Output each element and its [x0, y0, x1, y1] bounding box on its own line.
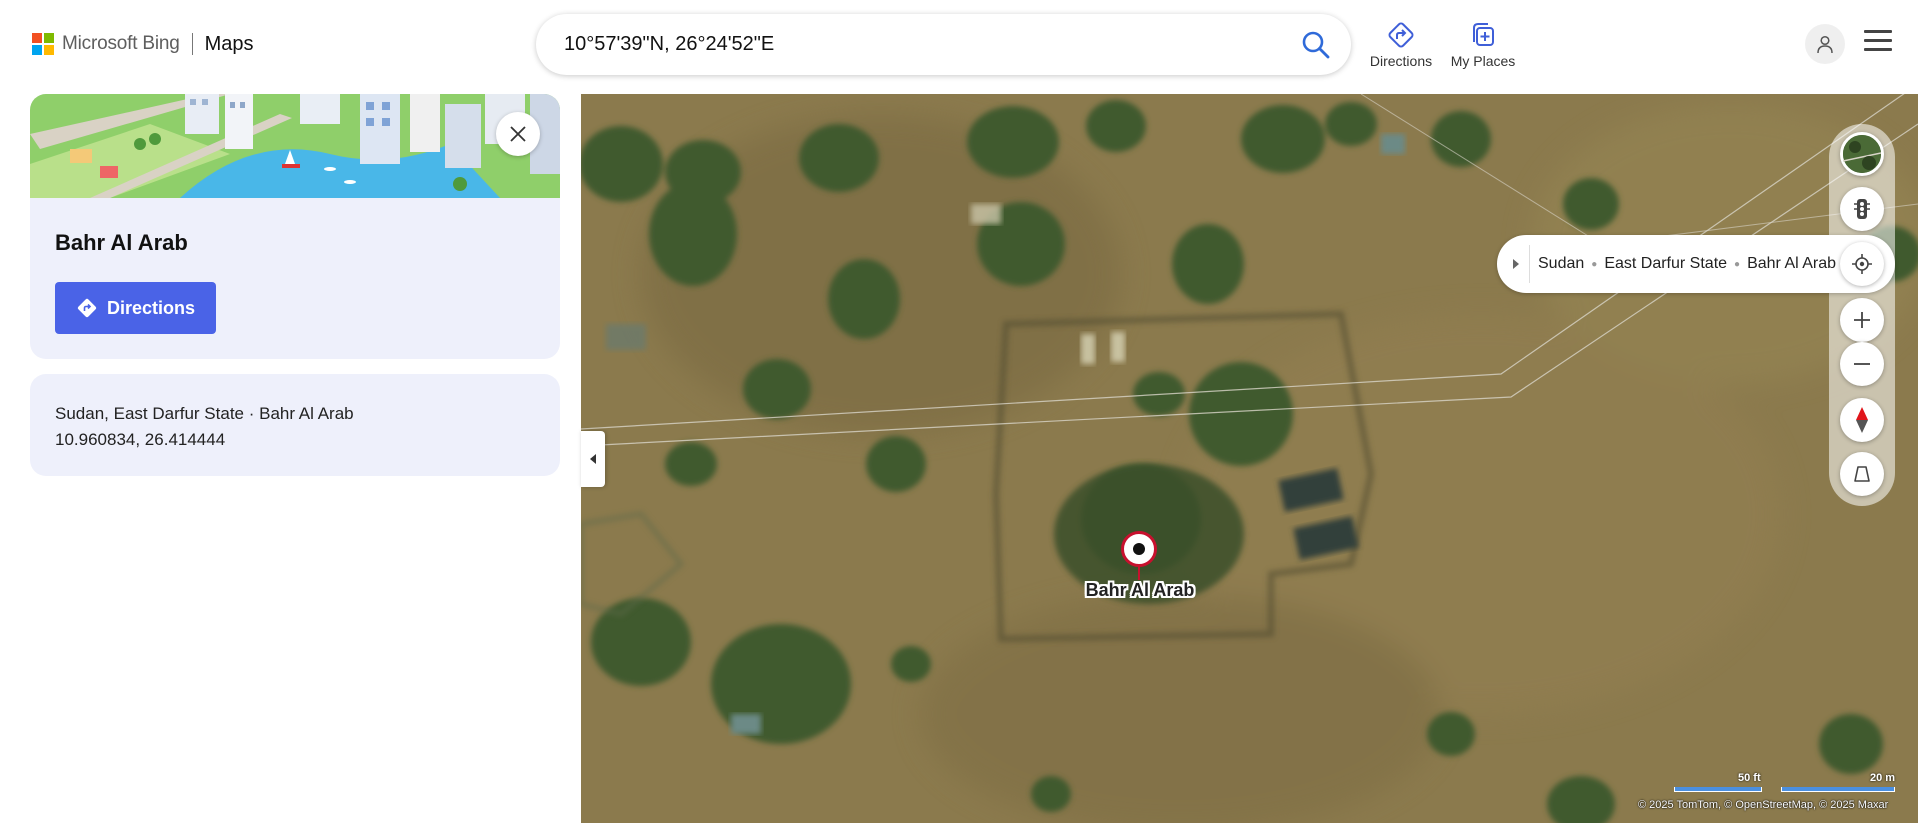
locate-icon [1852, 254, 1872, 274]
directions-icon [77, 298, 97, 318]
search-icon [1302, 31, 1330, 59]
zoom-out-button[interactable] [1840, 342, 1884, 386]
place-hero-illustration [30, 94, 560, 198]
scale-metric-bar [1781, 787, 1895, 792]
compass-button[interactable] [1840, 398, 1884, 442]
zoom-in-button[interactable] [1840, 298, 1884, 342]
traffic-button[interactable] [1840, 187, 1884, 231]
breadcrumb-state[interactable]: East Darfur State [1604, 255, 1727, 273]
map-attribution[interactable]: © 2025 TomTom, © OpenStreetMap, © 2025 M… [1638, 799, 1888, 811]
breadcrumb-separator: ● [1734, 258, 1741, 270]
search-input[interactable] [564, 28, 1264, 60]
close-card-button[interactable] [496, 112, 540, 156]
chevron-left-icon [590, 454, 596, 464]
compass-icon [1856, 407, 1868, 433]
breadcrumb-separator: ● [1591, 258, 1598, 270]
map-canvas[interactable] [581, 94, 1918, 823]
location-hierarchy: Sudan, East Darfur State · Bahr Al Arab [55, 404, 354, 423]
bing-maps-brand[interactable]: Microsoft Bing Maps [32, 32, 253, 56]
map-style-switcher[interactable] [1840, 132, 1884, 176]
breadcrumb-divider [1529, 245, 1530, 283]
directions-header-button[interactable]: Directions [1361, 20, 1441, 69]
tilt-icon [1854, 466, 1870, 482]
top-bar: Microsoft Bing Maps Directions My Places [0, 0, 1918, 90]
tilt-button[interactable] [1840, 452, 1884, 496]
microsoft-logo-icon [32, 33, 54, 55]
minus-icon [1854, 363, 1870, 365]
directions-header-label: Directions [1369, 53, 1433, 69]
breadcrumb-country[interactable]: Sudan [1538, 255, 1584, 273]
locate-me-button[interactable] [1840, 242, 1884, 286]
breadcrumb-expand-icon[interactable] [1513, 259, 1519, 269]
search-button[interactable] [1301, 30, 1331, 60]
hamburger-icon [1864, 30, 1892, 33]
brand-name: Microsoft Bing [62, 33, 180, 54]
product-name: Maps [204, 32, 254, 55]
collapse-panel-toggle[interactable] [581, 431, 605, 487]
place-title: Bahr Al Arab [55, 230, 188, 255]
location-breadcrumb: Sudan ● East Darfur State ● Bahr Al Arab [1497, 235, 1895, 293]
pin-stem [1138, 566, 1140, 580]
account-avatar[interactable] [1805, 24, 1845, 64]
aerial-thumbnail-icon [1843, 135, 1881, 173]
brand-divider [191, 33, 193, 55]
plus-icon [1854, 312, 1870, 328]
traffic-icon [1854, 199, 1870, 219]
main-menu-button[interactable] [1864, 30, 1892, 54]
directions-icon [1388, 22, 1414, 48]
directions-button-label: Directions [107, 297, 196, 318]
coordinates-text[interactable]: 10.960834, 26.414444 [55, 430, 225, 450]
pin-center-dot [1133, 543, 1145, 555]
breadcrumb-locality[interactable]: Bahr Al Arab [1747, 255, 1836, 273]
location-info-card: Sudan, East Darfur State · Bahr Al Arab … [30, 374, 560, 476]
scale-imperial-label: 50 ft [1738, 772, 1761, 784]
scale-metric-label: 20 m [1870, 772, 1896, 784]
location-pin[interactable] [1121, 531, 1157, 567]
directions-button[interactable]: Directions [55, 282, 216, 334]
search-box [536, 14, 1351, 75]
scale-imperial-bar [1674, 787, 1762, 792]
place-card: Bahr Al Arab Directions [30, 94, 560, 359]
my-places-icon [1473, 23, 1494, 46]
pin-label[interactable]: Bahr Al Arab [1060, 580, 1220, 601]
my-places-button[interactable]: My Places [1443, 20, 1523, 69]
close-icon [510, 126, 526, 142]
satellite-imagery [581, 94, 1918, 823]
person-icon [1817, 35, 1833, 54]
my-places-label: My Places [1450, 53, 1516, 69]
